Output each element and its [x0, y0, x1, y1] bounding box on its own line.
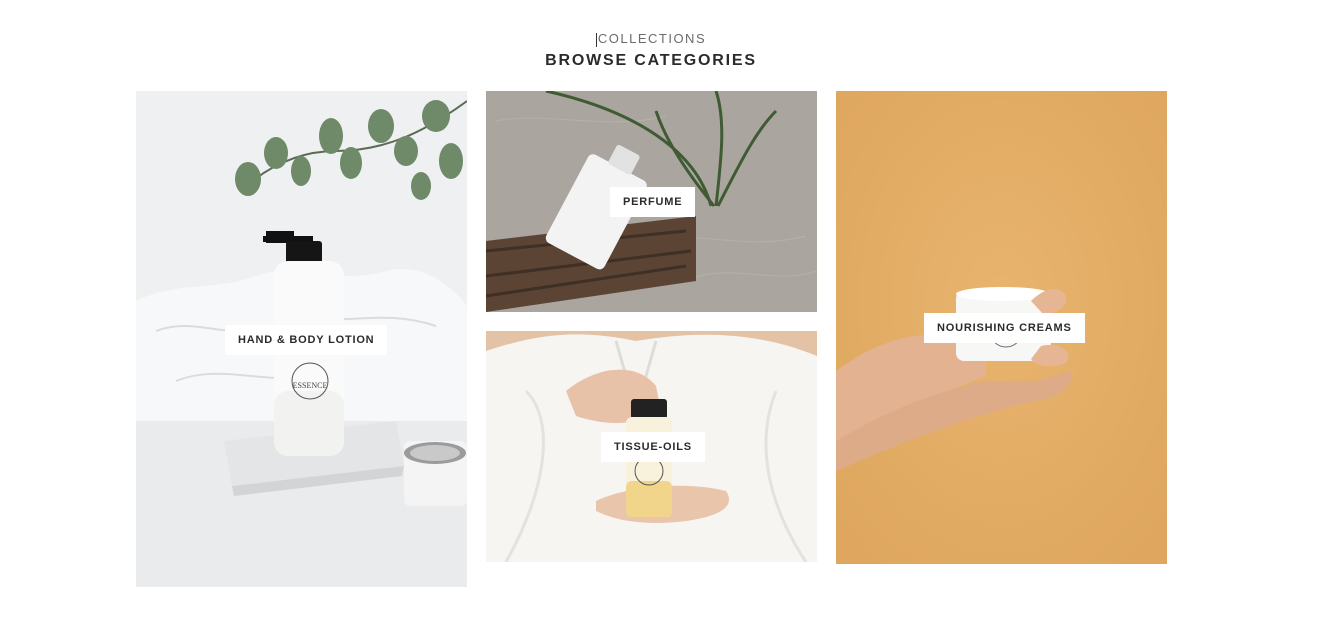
category-card-tissue-oils[interactable]: TISSUE-OILS — [486, 331, 817, 562]
category-card-perfume[interactable]: PERFUME — [486, 91, 817, 312]
category-label[interactable]: HAND & BODY LOTION — [225, 325, 388, 355]
category-label[interactable]: TISSUE-OILS — [601, 432, 705, 462]
category-label[interactable]: PERFUME — [610, 187, 696, 217]
category-card-nourishing-creams[interactable]: NOURISHING CREAMS — [836, 91, 1167, 564]
section-eyebrow-text: COLLECTIONS — [597, 31, 707, 46]
text-caret — [595, 33, 597, 47]
category-label[interactable]: NOURISHING CREAMS — [924, 313, 1085, 343]
category-card-hand-body-lotion[interactable]: ESSENCE HAND & BODY LOTION — [136, 91, 467, 587]
section-eyebrow: COLLECTIONS — [595, 31, 707, 47]
section-header: COLLECTIONS BROWSE CATEGORIES — [0, 30, 1302, 70]
section-title: BROWSE CATEGORIES — [545, 52, 757, 69]
bottle-brand: ESSENCE — [293, 381, 328, 390]
